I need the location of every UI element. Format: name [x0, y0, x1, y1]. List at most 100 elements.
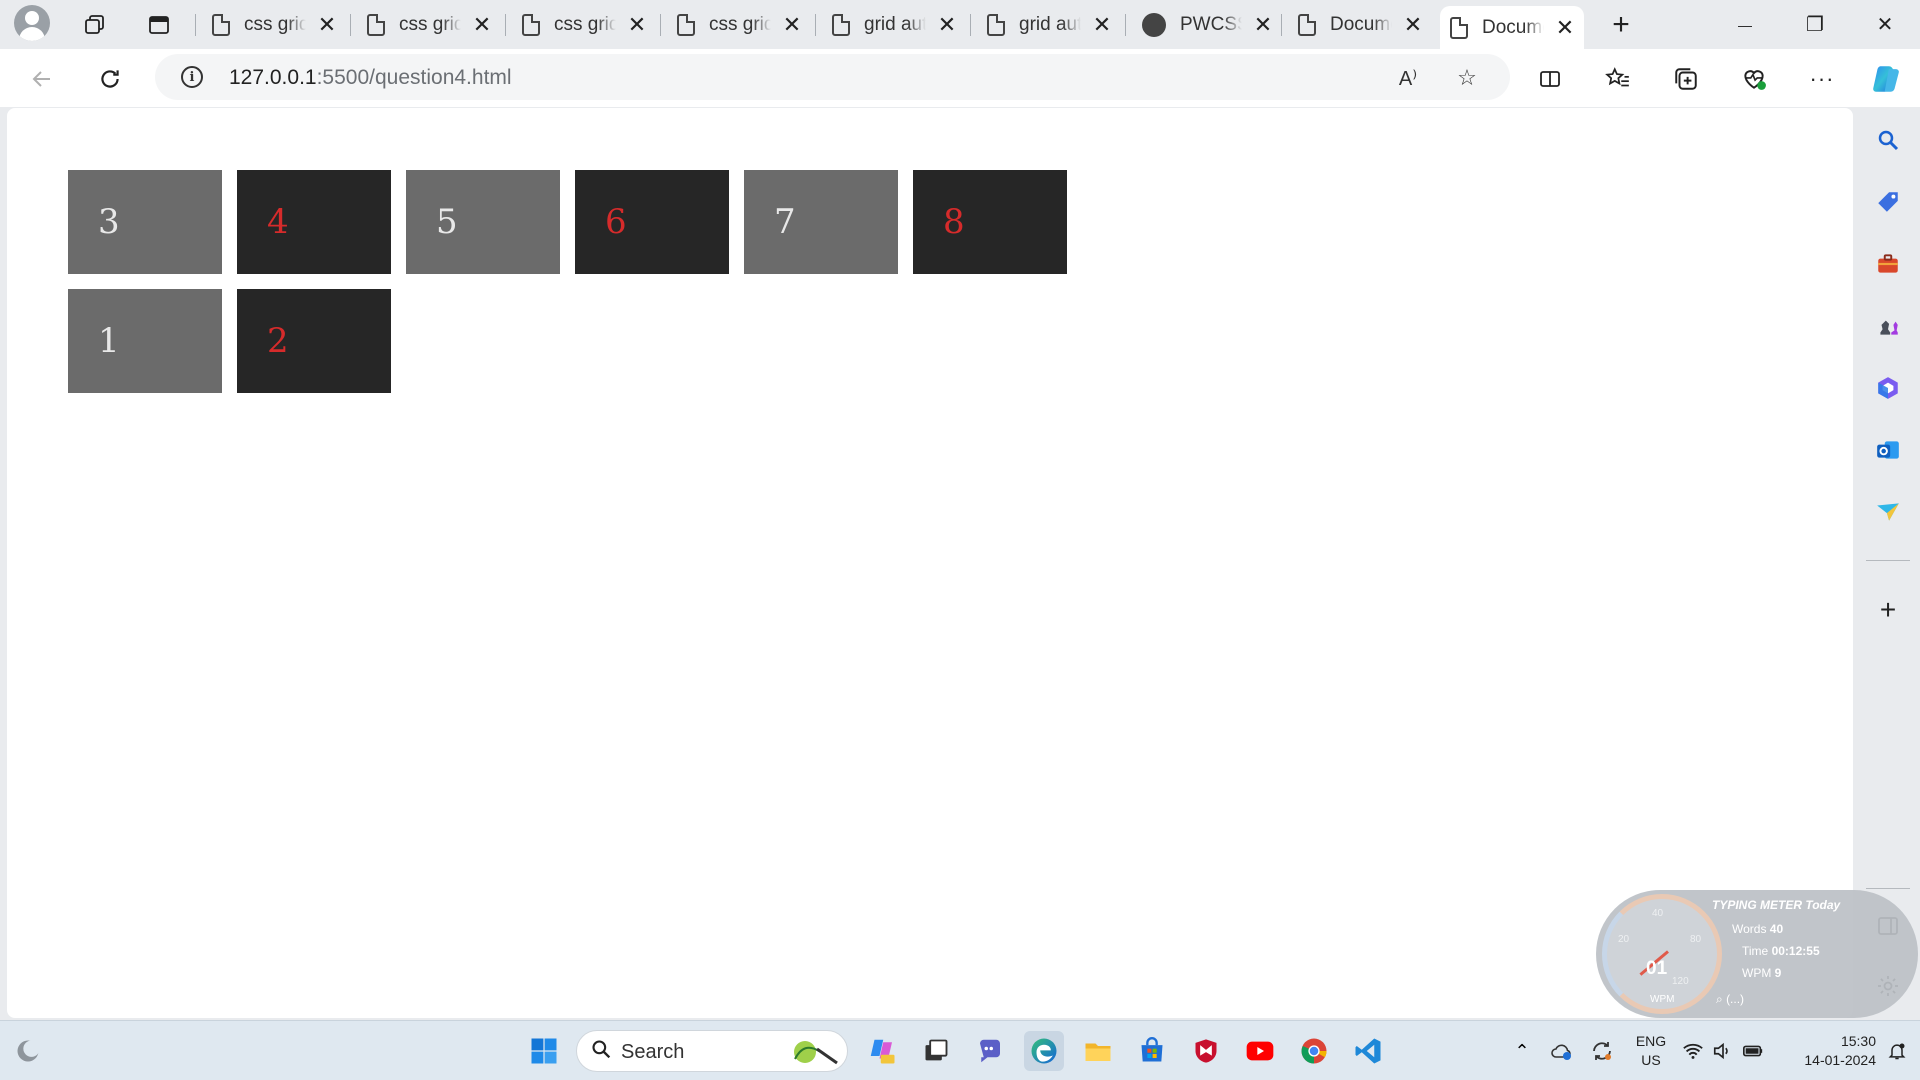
favorite-star-icon[interactable]: ☆ — [1450, 61, 1484, 95]
close-tab-icon[interactable]: ✕ — [1091, 12, 1113, 38]
close-tab-icon[interactable]: ✕ — [471, 12, 493, 38]
words-stat: Words 40 — [1732, 922, 1784, 936]
add-sidebar-app-icon[interactable]: + — [1870, 592, 1906, 628]
tab-title: css grid — [554, 14, 616, 35]
tab-title: css grid — [244, 14, 306, 35]
address-bar[interactable]: i 127.0.0.1:5500/question4.html A⁾ ☆ — [155, 54, 1510, 100]
search-icon[interactable] — [1870, 122, 1906, 158]
tab-title: grid auto — [864, 14, 926, 35]
show-hidden-icons-chevron[interactable]: ⌃ — [1502, 1031, 1542, 1071]
browser-essentials-icon[interactable] — [1734, 59, 1774, 99]
refresh-button[interactable] — [90, 59, 130, 99]
taskbar-search[interactable]: Search — [576, 1030, 848, 1072]
start-button[interactable] — [524, 1031, 564, 1071]
new-tab-button[interactable]: + — [1602, 6, 1640, 44]
onedrive-icon[interactable] — [1542, 1031, 1582, 1071]
browser-tab[interactable]: css grid ✕ — [512, 6, 656, 44]
more-options-icon[interactable]: ··· — [1802, 59, 1842, 99]
shopping-tag-icon[interactable] — [1870, 184, 1906, 220]
time-stat: Time 00:12:55 — [1742, 944, 1820, 958]
restore-button[interactable]: ❐ — [1780, 0, 1850, 49]
favorites-icon[interactable] — [1598, 59, 1638, 99]
search-highlight-image — [787, 1035, 841, 1074]
grid-item: 7 — [744, 170, 898, 274]
microsoft-store-icon[interactable] — [1132, 1031, 1172, 1071]
wifi-icon[interactable] — [1678, 1031, 1708, 1071]
tab-title: Document — [1330, 14, 1392, 35]
close-window-button[interactable]: ✕ — [1850, 0, 1920, 49]
typing-meter-widget[interactable]: 20 40 80 120 01 WPM TYPING METER Today W… — [1596, 890, 1918, 1018]
page-icon — [522, 14, 540, 36]
collections-icon[interactable] — [1666, 59, 1706, 99]
file-explorer-icon[interactable] — [1078, 1031, 1118, 1071]
language-indicator[interactable]: ENG US — [1628, 1032, 1674, 1070]
browser-tab[interactable]: grid auto ✕ — [977, 6, 1121, 44]
browser-tab-active[interactable]: Document ✕ — [1440, 6, 1584, 49]
browser-tab[interactable]: Document ✕ — [1288, 6, 1432, 44]
wpm-stat: WPM 9 — [1742, 966, 1782, 980]
site-info-icon[interactable]: i — [181, 66, 203, 88]
battery-icon[interactable] — [1738, 1031, 1768, 1071]
drop-send-icon[interactable] — [1870, 494, 1906, 530]
tab-title: grid auto — [1019, 14, 1081, 35]
browser-tab[interactable]: css grid ✕ — [667, 6, 811, 44]
github-icon — [1142, 13, 1166, 37]
browser-tab[interactable]: css grid ✕ — [357, 6, 501, 44]
windows-taskbar: Search ⌃ ENG US 15:30 14-01-2024 — [0, 1020, 1920, 1080]
url-host: 127.0.0.1 — [229, 66, 317, 89]
task-view-icon[interactable] — [916, 1031, 956, 1071]
search-label: Search — [621, 1041, 685, 1063]
close-tab-icon[interactable]: ✕ — [1554, 15, 1576, 41]
close-tab-icon[interactable]: ✕ — [1252, 12, 1274, 38]
grid-item: 3 — [68, 170, 222, 274]
gauge-tick: 80 — [1690, 934, 1702, 945]
clock[interactable]: 15:30 14-01-2024 — [1780, 1032, 1876, 1070]
gauge-tick: 120 — [1672, 976, 1689, 987]
edge-browser-icon[interactable] — [1024, 1031, 1064, 1071]
browser-tab[interactable]: PWCSS ✕ — [1132, 6, 1282, 44]
outlook-icon[interactable] — [1870, 432, 1906, 468]
tab-title: css grid — [399, 14, 461, 35]
page-icon — [987, 14, 1005, 36]
page-icon — [367, 14, 385, 36]
tools-briefcase-icon[interactable] — [1870, 246, 1906, 282]
weather-widget-icon[interactable] — [8, 1031, 48, 1071]
vertical-tabs-icon[interactable] — [140, 6, 178, 44]
volume-icon[interactable] — [1708, 1031, 1738, 1071]
url-text[interactable]: 127.0.0.1:5500/question4.html — [229, 66, 512, 90]
grid-item: 4 — [237, 170, 391, 274]
meter-footer[interactable]: ⌕ (...) — [1716, 992, 1744, 1007]
gauge-value: 01 — [1646, 958, 1668, 979]
profile-avatar[interactable] — [14, 5, 50, 41]
close-tab-icon[interactable]: ✕ — [936, 12, 958, 38]
close-tab-icon[interactable]: ✕ — [316, 12, 338, 38]
sync-icon[interactable] — [1582, 1031, 1622, 1071]
workspaces-icon[interactable] — [76, 6, 114, 44]
close-tab-icon[interactable]: ✕ — [626, 12, 648, 38]
split-screen-icon[interactable] — [1530, 59, 1570, 99]
games-chess-icon[interactable] — [1870, 308, 1906, 344]
notification-bell-icon[interactable] — [1880, 1031, 1914, 1071]
chrome-icon[interactable] — [1294, 1031, 1334, 1071]
copilot-icon[interactable] — [1866, 59, 1906, 99]
read-aloud-icon[interactable]: A⁾ — [1391, 61, 1425, 95]
page-icon — [832, 14, 850, 36]
copilot-preview-icon[interactable] — [862, 1031, 902, 1071]
youtube-icon[interactable] — [1240, 1031, 1280, 1071]
page-icon — [677, 14, 695, 36]
grid-item: 6 — [575, 170, 729, 274]
browser-tab[interactable]: css grid ✕ — [202, 6, 346, 44]
close-tab-icon[interactable]: ✕ — [781, 12, 803, 38]
close-tab-icon[interactable]: ✕ — [1402, 12, 1424, 38]
microsoft365-icon[interactable] — [1870, 370, 1906, 406]
back-button[interactable] — [22, 59, 62, 99]
page-icon — [1450, 16, 1468, 39]
mcafee-icon[interactable] — [1186, 1031, 1226, 1071]
teams-chat-icon[interactable] — [970, 1031, 1010, 1071]
browser-tab[interactable]: grid auto ✕ — [822, 6, 966, 44]
clock-time: 15:30 — [1840, 1033, 1876, 1049]
clock-date: 14-01-2024 — [1804, 1052, 1876, 1068]
vscode-icon[interactable] — [1348, 1031, 1388, 1071]
meter-title: TYPING METER Today — [1712, 898, 1841, 912]
minimize-button[interactable]: — — [1710, 0, 1780, 49]
